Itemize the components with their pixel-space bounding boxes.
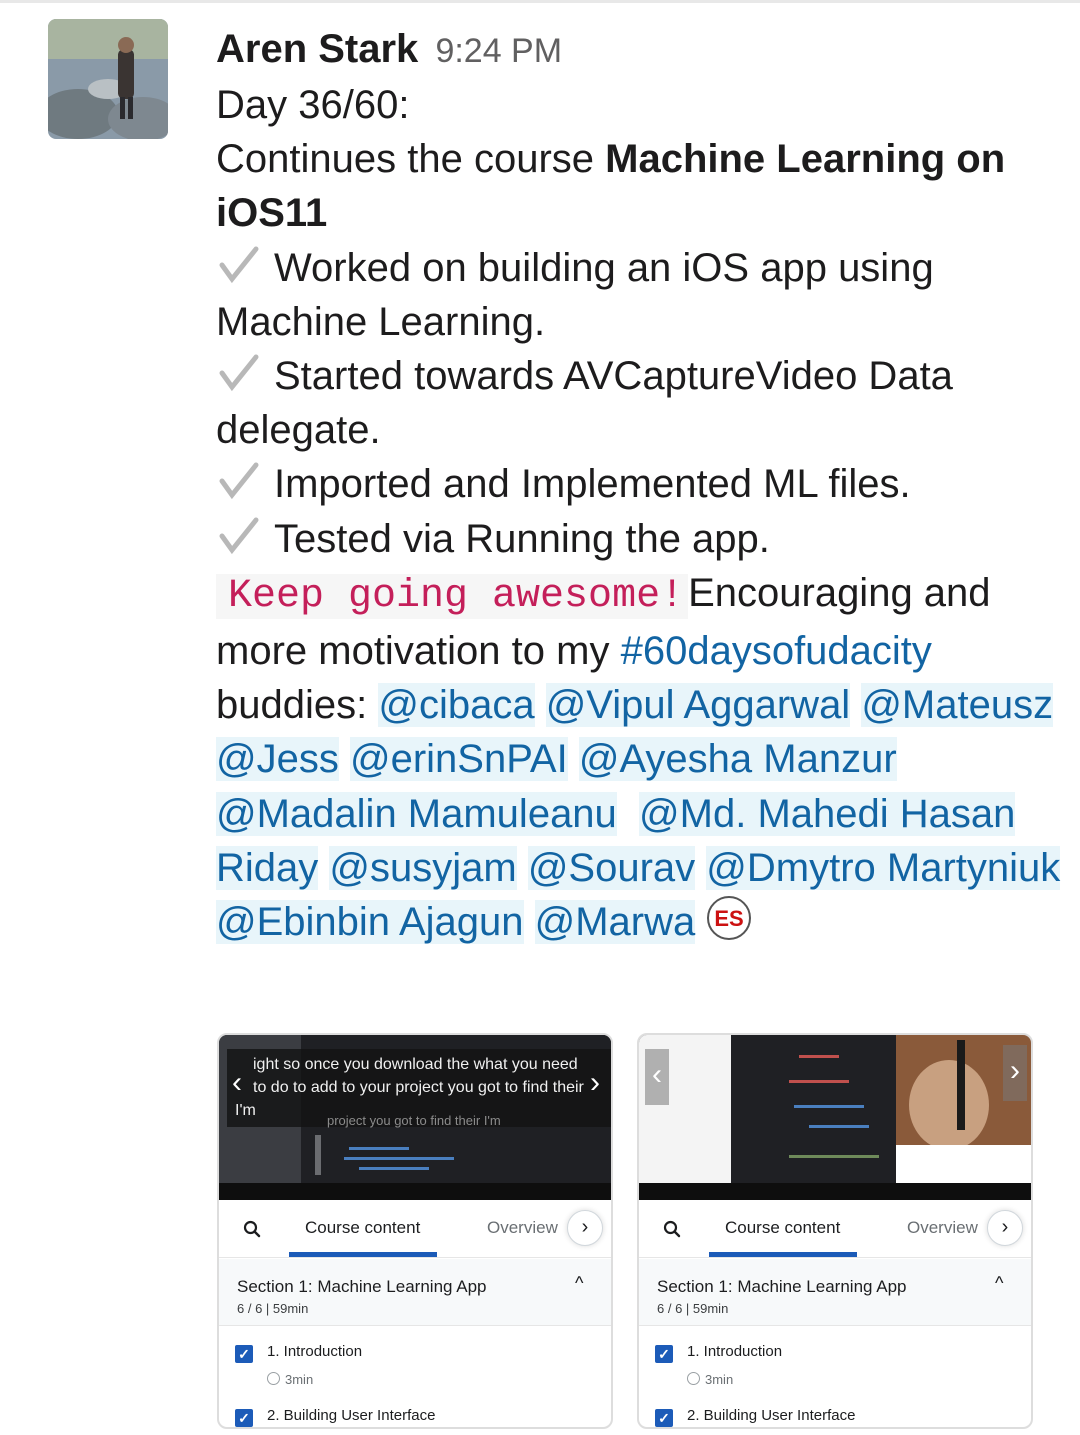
section-title: Section 1: Machine Learning App	[237, 1277, 487, 1296]
inline-code: Keep going awesome!	[216, 573, 689, 619]
play-icon	[267, 1372, 280, 1385]
mention[interactable]: @Marwa	[534, 900, 696, 945]
checkbox-checked[interactable]: ✓	[235, 1409, 253, 1427]
chevron-up-icon[interactable]: ^	[995, 1273, 1003, 1294]
checkbox-checked[interactable]: ✓	[655, 1409, 673, 1427]
attachment-screenshot-1[interactable]: ight so once you download the what you n…	[217, 1033, 613, 1429]
tab-course-content[interactable]: Course content	[305, 1218, 420, 1238]
es-emoji-icon: ES	[707, 896, 752, 941]
bullet-4: Tested via Running the app.	[216, 512, 1066, 566]
mention[interactable]: @erinSnPAI	[349, 737, 568, 782]
check-mark-icon	[219, 354, 259, 392]
check-mark-icon	[219, 462, 259, 500]
lecture-title: 1. Introduction	[267, 1343, 363, 1360]
hashtag-link[interactable]: #60daysofudacity	[621, 629, 932, 673]
section-title: Section 1: Machine Learning App	[657, 1277, 907, 1296]
mention[interactable]: @susyjam	[329, 845, 517, 890]
author-name[interactable]: Aren Stark	[216, 27, 418, 71]
video-player[interactable]: ‹ ›	[639, 1035, 1031, 1200]
lecture-duration: 3min	[687, 1372, 733, 1387]
course-tabs: Course content Overview ›	[219, 1200, 611, 1258]
mention[interactable]: @Madalin Mamuleanu	[216, 791, 617, 836]
buddies-label: buddies:	[216, 683, 379, 728]
bullet-2: Started towards AVCaptureVideo Data dele…	[216, 354, 953, 453]
check-mark-icon	[219, 517, 259, 554]
mention[interactable]: @Sourav	[527, 845, 696, 890]
checkbox-checked[interactable]: ✓	[235, 1345, 253, 1363]
message-header: Aren Stark 9:24 PM	[216, 22, 1066, 78]
video-caption: ight so once you download the what you n…	[227, 1049, 611, 1128]
mention[interactable]: @Mateusz	[861, 683, 1054, 728]
check-mark-icon	[219, 246, 259, 283]
timestamp[interactable]: 9:24 PM	[435, 32, 562, 70]
video-player[interactable]: ight so once you download the what you n…	[219, 1035, 611, 1200]
next-arrow-icon[interactable]: ›	[583, 1057, 607, 1113]
mention[interactable]: @Jess	[216, 737, 339, 782]
section-meta: 6 / 6 | 59min	[237, 1301, 309, 1316]
avatar[interactable]	[48, 19, 168, 139]
mention[interactable]: @Dmytro Martyniuk	[706, 845, 1061, 890]
active-tab-indicator	[709, 1252, 857, 1257]
lecture-title: 1. Introduction	[687, 1343, 783, 1360]
tab-overview[interactable]: Overview	[487, 1218, 558, 1238]
mention[interactable]: @Ayesha Manzur	[578, 737, 897, 782]
active-tab-indicator	[289, 1252, 437, 1257]
lecture-duration: 3min	[267, 1372, 313, 1387]
chevron-right-icon[interactable]: ›	[567, 1210, 603, 1246]
lecture-title: 2. Building User Interface	[267, 1407, 436, 1424]
tab-course-content[interactable]: Course content	[725, 1218, 840, 1238]
section-header[interactable]: Section 1: Machine Learning App 6 / 6 | …	[219, 1259, 611, 1326]
course-tabs: Course content Overview ›	[639, 1200, 1031, 1258]
section-header[interactable]: Section 1: Machine Learning App 6 / 6 | …	[639, 1259, 1031, 1326]
lecture-title: 2. Building User Interface	[687, 1407, 856, 1424]
chevron-right-icon[interactable]: ›	[987, 1210, 1023, 1246]
prev-arrow-icon[interactable]: ‹	[225, 1057, 249, 1113]
search-icon[interactable]	[663, 1220, 681, 1238]
search-icon[interactable]	[243, 1220, 261, 1238]
video-bar	[219, 1183, 611, 1200]
prev-arrow-icon[interactable]: ‹	[645, 1049, 669, 1105]
section-meta: 6 / 6 | 59min	[657, 1301, 729, 1316]
attachment-screenshot-2[interactable]: ‹ › Course content Overview › Section 1:…	[637, 1033, 1033, 1429]
message-body: Day 36/60: Continues the course Machine …	[216, 78, 1066, 949]
mention[interactable]: @cibaca	[378, 683, 535, 728]
tab-overview[interactable]: Overview	[907, 1218, 978, 1238]
chevron-up-icon[interactable]: ^	[575, 1273, 583, 1294]
day-counter: Day 36/60:	[216, 83, 410, 127]
play-icon	[687, 1372, 700, 1385]
bullet-3: Imported and Implemented ML files.	[216, 457, 1066, 511]
video-bar	[639, 1183, 1031, 1200]
message: Aren Stark 9:24 PM Day 36/60: Continues …	[216, 22, 1066, 949]
mention[interactable]: @Vipul Aggarwal	[545, 683, 851, 728]
bullet-1: Worked on building an iOS app using Mach…	[216, 245, 934, 344]
checkbox-checked[interactable]: ✓	[655, 1345, 673, 1363]
mention[interactable]: @Ebinbin Ajagun	[216, 900, 524, 945]
course-intro: Continues the course	[216, 137, 606, 182]
svg-text:ES: ES	[715, 906, 744, 931]
next-arrow-icon[interactable]: ›	[1003, 1045, 1027, 1101]
top-divider	[0, 0, 1080, 3]
